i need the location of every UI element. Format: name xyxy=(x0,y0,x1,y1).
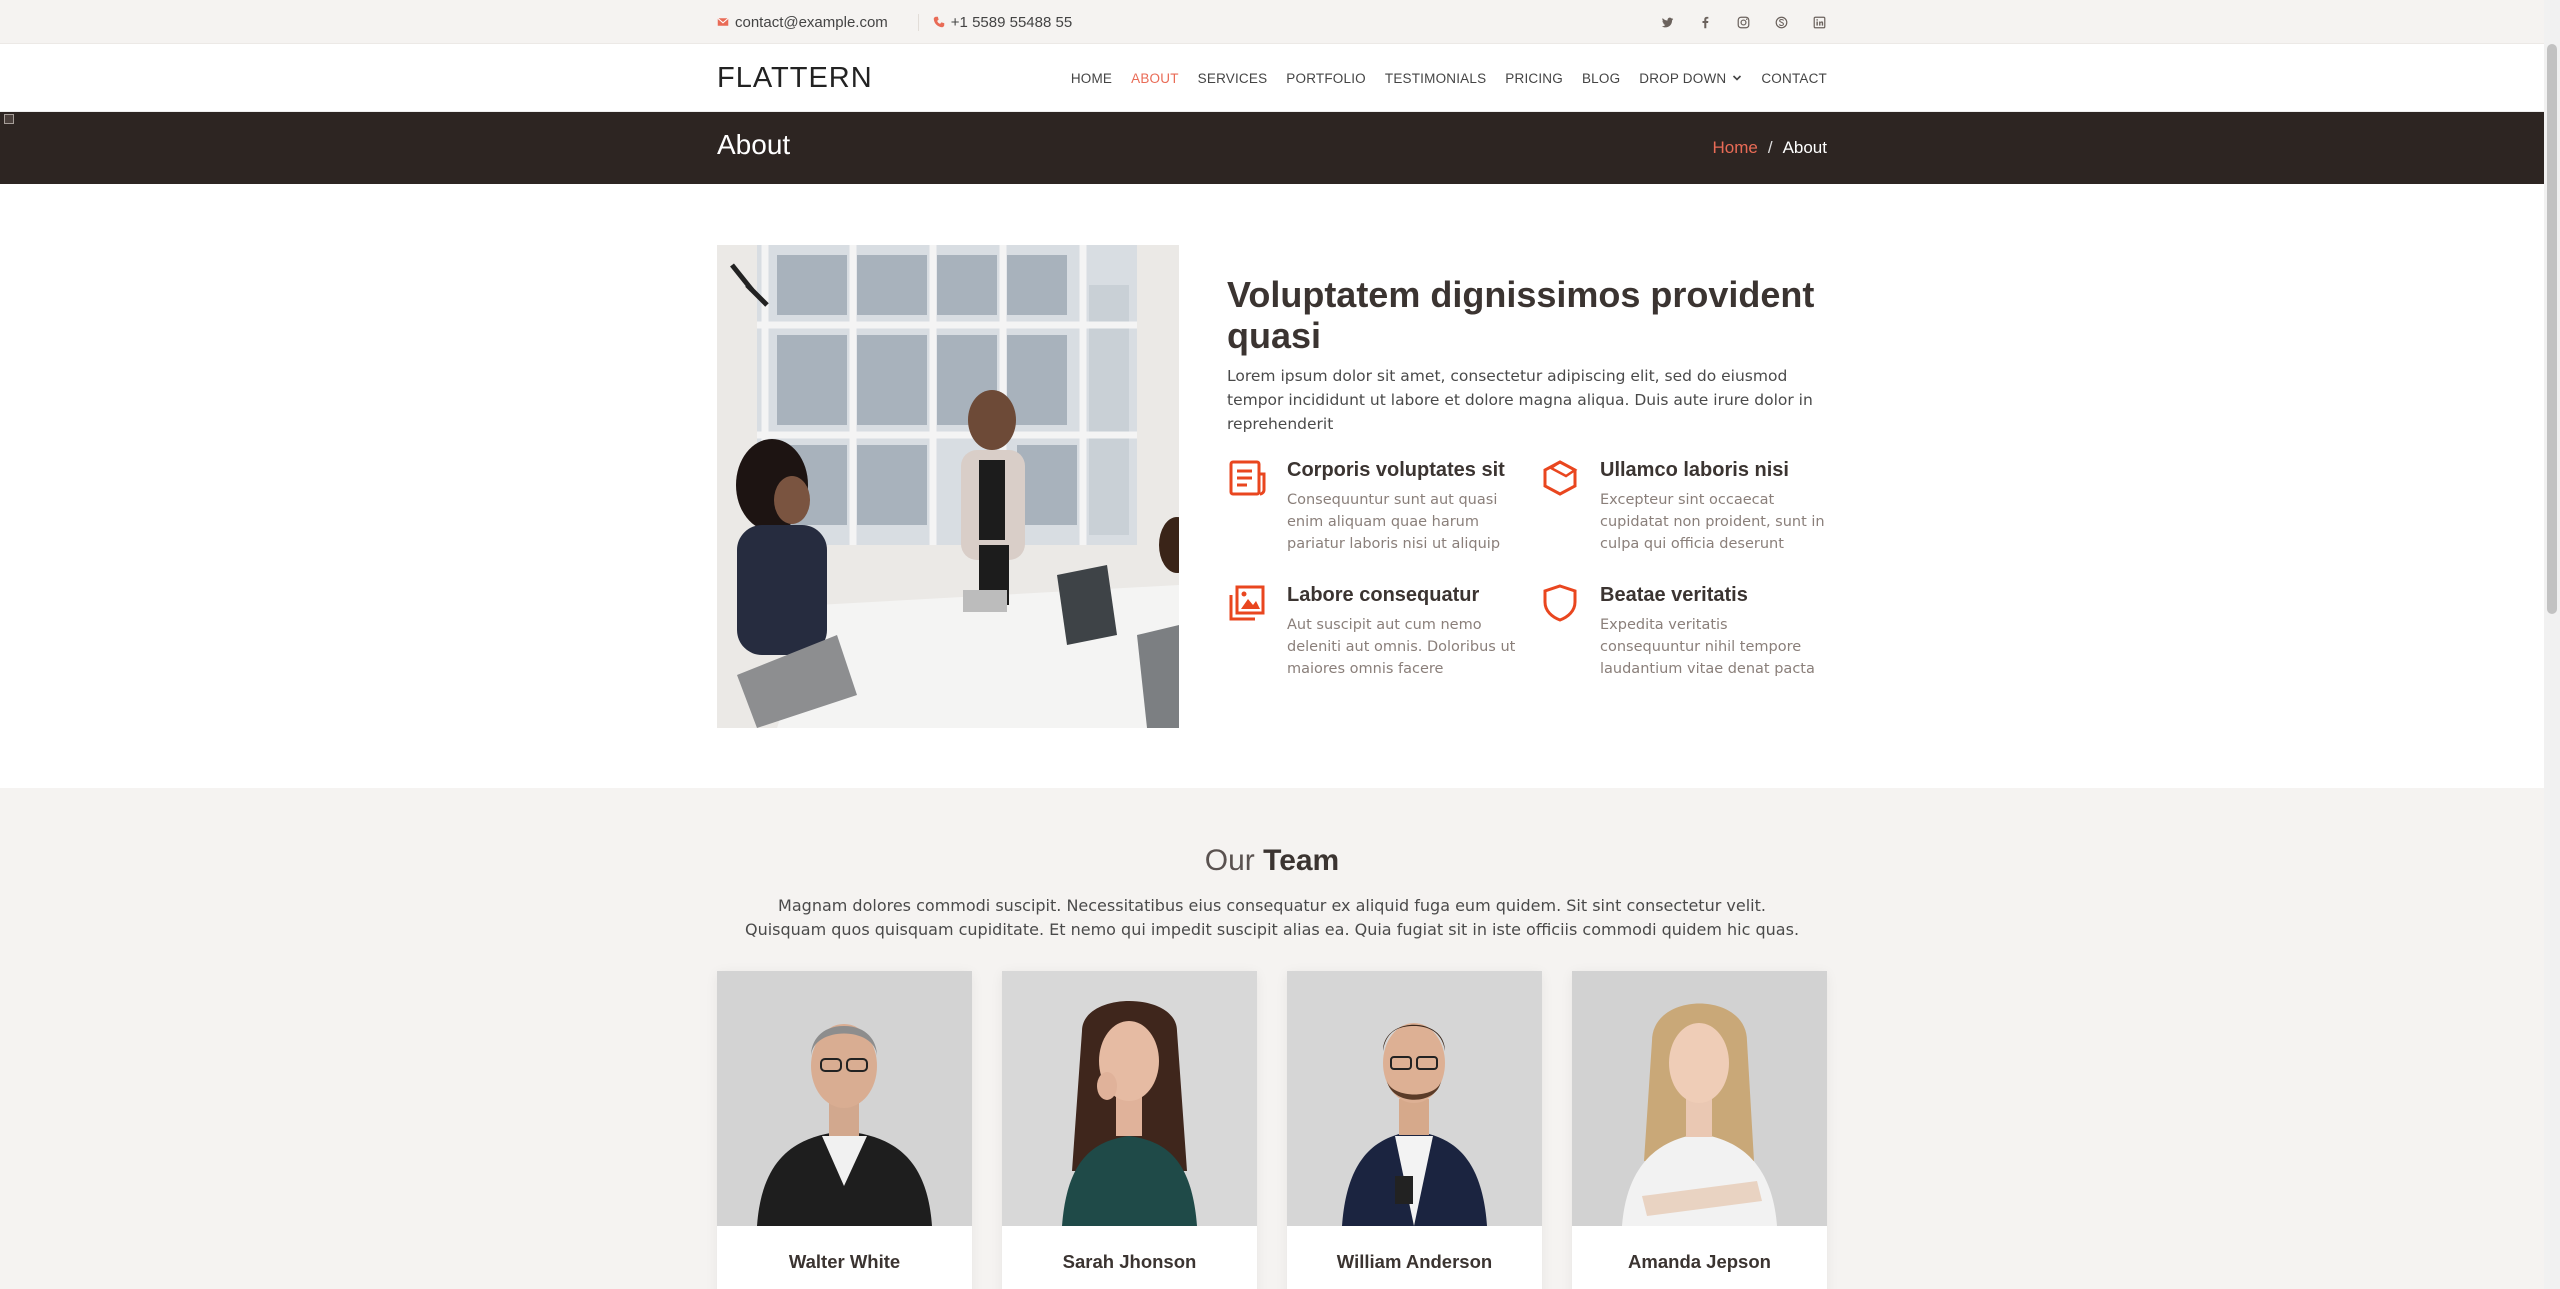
linkedin-icon[interactable] xyxy=(1811,14,1827,30)
team-member-card[interactable]: Walter White xyxy=(717,971,972,1289)
feature-title: Corporis voluptates sit xyxy=(1287,459,1505,481)
feature-text: Expedita veritatis consequuntur nihil te… xyxy=(1600,617,1815,677)
member-name: Walter White xyxy=(788,1251,901,1272)
social-links xyxy=(1637,14,1827,30)
nav-testimonials[interactable]: TESTIMONIALS xyxy=(1385,71,1486,86)
team-members: Walter White Sarah Jhonson William Ander… xyxy=(717,971,1827,1289)
member-name: Amanda Jepson xyxy=(1628,1251,1771,1272)
phone-item[interactable]: +1 5589 55488 55 xyxy=(917,13,1072,31)
phone-text[interactable]: +1 5589 55488 55 xyxy=(951,14,1072,31)
about-content: Voluptatem dignissimos provident quasi L… xyxy=(1227,245,1827,728)
team-title-light: Our xyxy=(1204,844,1255,877)
team-member-card[interactable]: William Anderson xyxy=(1287,971,1542,1289)
scrollbar[interactable] xyxy=(2544,0,2560,1289)
receipt-icon xyxy=(1227,458,1271,502)
member-photo xyxy=(717,971,972,1226)
nav-services[interactable]: SERVICES xyxy=(1198,71,1268,86)
skype-icon[interactable] xyxy=(1773,14,1789,30)
nav-home[interactable]: HOME xyxy=(1071,71,1112,86)
main-nav: HOME ABOUT SERVICES PORTFOLIO TESTIMONIA… xyxy=(1052,71,1827,86)
feature-text: Consequuntur sunt aut quasi enim aliquam… xyxy=(1287,492,1501,552)
header: FLATTERN HOME ABOUT SERVICES PORTFOLIO T… xyxy=(0,44,2560,112)
feature-item: Beatae veritatis Expedita veritatis cons… xyxy=(1540,583,1827,680)
feature-title: Ullamco laboris nisi xyxy=(1600,459,1789,481)
member-name: William Anderson xyxy=(1336,1251,1493,1272)
feature-item: Corporis voluptates sit Consequuntur sun… xyxy=(1227,458,1540,555)
about-section: Voluptatem dignissimos provident quasi L… xyxy=(0,184,2560,788)
instagram-icon[interactable] xyxy=(1735,14,1751,30)
images-icon xyxy=(1227,583,1271,627)
team-member-card[interactable]: Sarah Jhonson xyxy=(1002,971,1257,1289)
feature-title: Beatae veritatis xyxy=(1600,584,1748,606)
shield-icon xyxy=(1540,583,1584,627)
team-title: Our Team xyxy=(717,844,1827,878)
team-title-bold: Team xyxy=(1263,844,1340,877)
breadcrumb-separator: / xyxy=(1767,138,1773,157)
twitter-icon[interactable] xyxy=(1659,14,1675,30)
feature-grid: Corporis voluptates sit Consequuntur sun… xyxy=(1227,458,1827,680)
team-member-card[interactable]: Amanda Jepson xyxy=(1572,971,1827,1289)
facebook-icon[interactable] xyxy=(1697,14,1713,30)
envelope-icon xyxy=(717,17,729,26)
email-text[interactable]: contact@example.com xyxy=(735,14,888,31)
chevron-down-icon xyxy=(1733,75,1742,81)
phone-icon xyxy=(933,16,945,28)
nav-portfolio[interactable]: PORTFOLIO xyxy=(1286,71,1366,86)
page-marker xyxy=(4,114,14,124)
team-intro: Magnam dolores commodi suscipit. Necessi… xyxy=(744,896,1800,939)
scrollbar-thumb[interactable] xyxy=(2547,44,2557,614)
nav-pricing[interactable]: PRICING xyxy=(1505,71,1563,86)
topbar: contact@example.com +1 5589 55488 55 xyxy=(0,0,2560,44)
breadcrumb: Home / About xyxy=(1712,138,1827,158)
nav-contact[interactable]: CONTACT xyxy=(1761,71,1827,86)
feature-title: Labore consequatur xyxy=(1287,584,1480,606)
feature-text: Excepteur sint occaecat cupidatat non pr… xyxy=(1600,492,1825,552)
about-heading: Voluptatem dignissimos provident quasi xyxy=(1227,274,1815,356)
about-image xyxy=(717,245,1179,728)
team-section: Our Team Magnam dolores commodi suscipit… xyxy=(0,788,2560,1289)
breadcrumb-home[interactable]: Home xyxy=(1712,138,1757,158)
feature-text: Aut suscipit aut cum nemo deleniti aut o… xyxy=(1287,617,1516,677)
nav-dropdown[interactable]: DROP DOWN xyxy=(1639,71,1742,86)
member-photo xyxy=(1572,971,1827,1226)
feature-item: Ullamco laboris nisi Excepteur sint occa… xyxy=(1540,458,1827,555)
member-photo xyxy=(1002,971,1257,1226)
email-item[interactable]: contact@example.com xyxy=(717,14,888,31)
member-name: Sarah Jhonson xyxy=(1062,1251,1197,1272)
cube-icon xyxy=(1540,458,1584,502)
member-photo xyxy=(1287,971,1542,1226)
nav-blog[interactable]: BLOG xyxy=(1582,71,1620,86)
about-lead: Lorem ipsum dolor sit amet, consectetur … xyxy=(1227,367,1813,433)
contact-info: contact@example.com +1 5589 55488 55 xyxy=(717,13,1072,31)
nav-about[interactable]: ABOUT xyxy=(1131,71,1179,86)
breadcrumb-band: About Home / About xyxy=(0,112,2560,184)
nav-dropdown-label: DROP DOWN xyxy=(1639,70,1727,86)
breadcrumb-current: About xyxy=(1782,138,1827,157)
site-logo[interactable]: FLATTERN xyxy=(717,62,873,95)
feature-item: Labore consequatur Aut suscipit aut cum … xyxy=(1227,583,1540,680)
page-title: About xyxy=(717,129,791,160)
